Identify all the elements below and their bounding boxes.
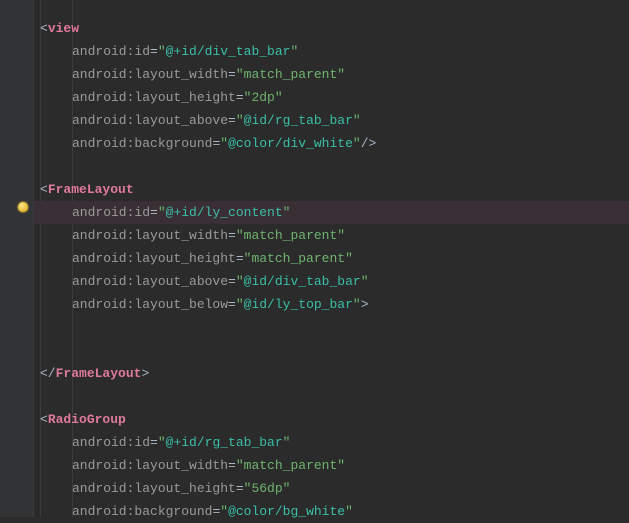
token-close-tag: FrameLayout — [56, 366, 142, 381]
code-line[interactable]: android:layout_below="@id/ly_top_bar"> — [34, 293, 629, 316]
token-attr: android:layout_above — [72, 274, 228, 289]
token-eq: = — [228, 228, 236, 243]
token-tag: RadioGroup — [48, 412, 126, 427]
token-attr: android:id — [72, 44, 150, 59]
token-eq: = — [236, 251, 244, 266]
token-str: " — [353, 297, 361, 312]
lightbulb-icon[interactable] — [17, 201, 29, 213]
token-str: " — [361, 274, 369, 289]
token-ref: @+id/rg_tab_bar — [166, 435, 283, 450]
token-str: " — [337, 67, 345, 82]
token-attr: android:id — [72, 435, 150, 450]
token-attr: android:layout_height — [72, 481, 236, 496]
token-str: " — [283, 435, 291, 450]
code-line[interactable]: android:layout_height="56dp" — [34, 477, 629, 500]
code-line[interactable] — [34, 339, 629, 362]
token-str: " — [158, 435, 166, 450]
token-str: " — [345, 251, 353, 266]
token-ref: @color/div_white — [228, 136, 353, 151]
token-attr: android:layout_width — [72, 228, 228, 243]
token-bracket: < — [40, 182, 48, 197]
token-str: " — [236, 67, 244, 82]
code-line[interactable]: android:id="@+id/rg_tab_bar" — [34, 431, 629, 454]
code-line[interactable]: </FrameLayout> — [34, 362, 629, 385]
token-eq: = — [228, 297, 236, 312]
token-str: match_parent — [251, 251, 345, 266]
code-line[interactable]: android:layout_width="match_parent" — [34, 63, 629, 86]
code-line[interactable]: android:id="@+id/div_tab_bar" — [34, 40, 629, 63]
token-eq: = — [150, 205, 158, 220]
token-str: 2dp — [251, 90, 274, 105]
token-str: " — [337, 228, 345, 243]
code-line[interactable] — [34, 155, 629, 178]
token-str: match_parent — [244, 67, 338, 82]
editor-gutter — [0, 0, 34, 517]
token-str: " — [220, 136, 228, 151]
token-eq: = — [150, 435, 158, 450]
token-eq: = — [236, 481, 244, 496]
token-attr: android:id — [72, 205, 150, 220]
code-line[interactable] — [34, 316, 629, 339]
token-ref: @+id/div_tab_bar — [166, 44, 291, 59]
token-ref: @id/rg_tab_bar — [244, 113, 353, 128]
token-eq: = — [150, 44, 158, 59]
code-line[interactable]: android:id="@+id/ly_content" — [34, 201, 629, 224]
code-line[interactable]: android:layout_above="@id/div_tab_bar" — [34, 270, 629, 293]
token-str: " — [337, 458, 345, 473]
token-bracket: </ — [40, 366, 56, 381]
token-attr: android:layout_above — [72, 113, 228, 128]
token-attr: android:background — [72, 136, 212, 151]
token-ref: @id/ly_top_bar — [244, 297, 353, 312]
code-line[interactable]: android:background="@color/bg_white" — [34, 500, 629, 523]
token-str: match_parent — [244, 458, 338, 473]
token-attr: android:layout_width — [72, 458, 228, 473]
token-attr: android:layout_height — [72, 90, 236, 105]
token-tag: view — [48, 21, 79, 36]
token-str: 56dp — [251, 481, 282, 496]
token-eq: = — [228, 113, 236, 128]
token-str: " — [353, 136, 361, 151]
token-str: " — [158, 205, 166, 220]
token-ref: @+id/ly_content — [166, 205, 283, 220]
token-str: " — [283, 481, 291, 496]
token-str: " — [236, 228, 244, 243]
token-bracket: > — [361, 297, 369, 312]
token-str: " — [158, 44, 166, 59]
token-bracket: /> — [361, 136, 377, 151]
token-ref: @id/div_tab_bar — [244, 274, 361, 289]
code-line[interactable]: <FrameLayout — [34, 178, 629, 201]
token-str: " — [236, 458, 244, 473]
code-line[interactable]: <RadioGroup — [34, 408, 629, 431]
code-line[interactable]: android:layout_above="@id/rg_tab_bar" — [34, 109, 629, 132]
token-eq: = — [236, 90, 244, 105]
token-str: " — [236, 274, 244, 289]
token-attr: android:layout_width — [72, 67, 228, 82]
token-str: " — [353, 113, 361, 128]
token-str: " — [236, 113, 244, 128]
code-line[interactable]: android:layout_width="match_parent" — [34, 224, 629, 247]
token-str: " — [236, 297, 244, 312]
code-line[interactable]: <view — [34, 17, 629, 40]
token-str: match_parent — [244, 228, 338, 243]
token-bracket: > — [141, 366, 149, 381]
token-attr: android:layout_below — [72, 297, 228, 312]
token-str: " — [275, 90, 283, 105]
code-line[interactable]: android:layout_height="2dp" — [34, 86, 629, 109]
token-bracket: < — [40, 21, 48, 36]
token-str: " — [283, 205, 291, 220]
token-bracket: < — [40, 412, 48, 427]
token-eq: = — [228, 458, 236, 473]
token-eq: = — [228, 274, 236, 289]
code-line[interactable] — [34, 385, 629, 408]
token-tag: FrameLayout — [48, 182, 134, 197]
token-str: " — [290, 44, 298, 59]
code-line[interactable]: android:background="@color/div_white"/> — [34, 132, 629, 155]
code-line[interactable]: android:layout_width="match_parent" — [34, 454, 629, 477]
code-line[interactable]: android:layout_height="match_parent" — [34, 247, 629, 270]
token-eq: = — [228, 67, 236, 82]
token-attr: android:layout_height — [72, 251, 236, 266]
